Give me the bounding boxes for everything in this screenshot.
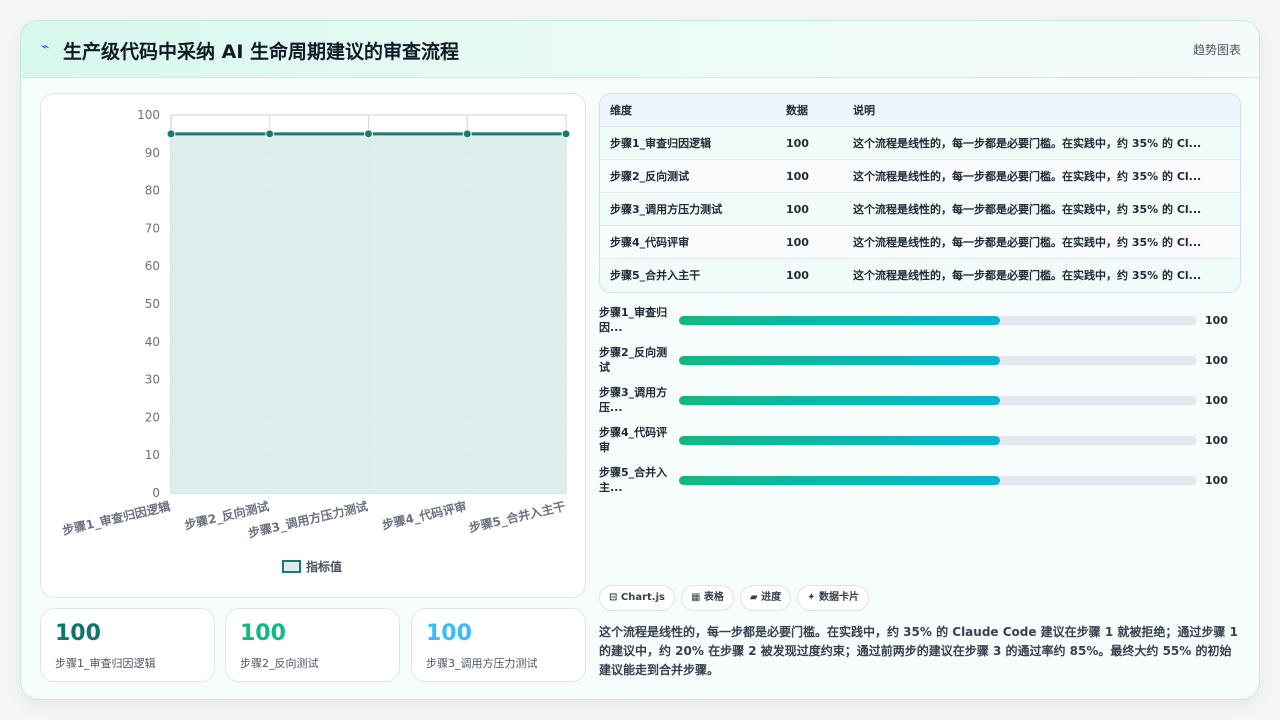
stat-label: 步骤2_反向测试 — [240, 657, 319, 670]
y-tick-label: 30 — [145, 373, 160, 387]
table-header-row: 维度 数据 说明 — [600, 94, 1240, 127]
legend-swatch — [282, 560, 301, 573]
table-cell: 步骤1_审查归因逻辑 — [600, 126, 776, 160]
data-point — [462, 129, 472, 139]
progress-value: 100 — [1205, 394, 1228, 407]
x-tick-label: 步骤1_审查归因逻辑 — [61, 498, 172, 538]
table-cell: 100 — [776, 225, 843, 259]
stat-card: 100 步骤2_反向测试 — [225, 608, 400, 682]
page-title: 生产级代码中采纳 AI 生命周期建议的审查流程 — [63, 41, 460, 63]
view-chip[interactable]: ⊟ Chart.js — [599, 585, 675, 611]
description-text: 这个流程是线性的，每一步都是必要门槛。在实践中，约 35% 的 Claude C… — [599, 625, 1238, 677]
data-point — [166, 129, 176, 139]
table-cell: 100 — [776, 126, 843, 160]
view-chip[interactable]: ✦ 数据卡片 — [797, 585, 869, 611]
progress-track — [679, 396, 1197, 405]
progress-row: 步骤5_合并入主... 100 — [599, 465, 1239, 505]
x-tick-label: 步骤4_代码评审 — [380, 498, 468, 533]
table-header-cell: 说明 — [843, 94, 1240, 127]
line-chart: 0102030405060708090100步骤1_审查归因逻辑 步骤2_反向测试… — [61, 108, 571, 574]
progress-value: 100 — [1205, 474, 1228, 487]
view-chip[interactable]: ▰ 进度 — [739, 585, 792, 611]
table-cell: 步骤3_调用方压力测试 — [600, 192, 776, 226]
stat-card: 100 步骤1_审查归因逻辑 — [40, 608, 215, 682]
progress-list: 步骤1_审查归因... 100 步骤2_反向测试 100 步骤3_调用方压... 100 步… — [599, 305, 1239, 505]
y-tick-label: 80 — [145, 184, 160, 198]
progress-label: 步骤2_反向测试 — [599, 346, 668, 374]
y-tick-label: 90 — [145, 146, 160, 160]
y-tick-label: 100 — [137, 108, 160, 122]
y-tick-label: 40 — [145, 335, 160, 349]
table-cell: 这个流程是线性的，每一步都是必要门槛。在实践中，约 35% 的 Cl... — [843, 258, 1240, 291]
table-header-cell: 维度 — [600, 94, 776, 127]
progress-label: 步骤1_审查归因... — [599, 306, 668, 334]
legend-label: 指标值 — [306, 559, 342, 574]
table-header-cell: 数据 — [776, 94, 843, 127]
dashboard-card: ⌁ 生产级代码中采纳 AI 生命周期建议的审查流程 趋势图表 0 10 20 30 40… — [20, 20, 1260, 700]
stat-label: 步骤1_审查归因逻辑 — [55, 657, 156, 670]
progress-fill — [679, 436, 1001, 445]
progress-fill — [679, 316, 1001, 325]
y-tick-label: 20 — [145, 410, 160, 424]
y-tick-label: 0 — [152, 486, 160, 500]
stat-value: 100 — [426, 621, 472, 646]
progress-track — [679, 316, 1197, 325]
progress-fill — [679, 396, 1001, 405]
progress-label: 步骤5_合并入主... — [599, 466, 668, 494]
progress-label: 步骤4_代码评审 — [599, 426, 668, 454]
table-row: 步骤2_反向测试 100 这个流程是线性的，每一步都是必要门槛。在实践中，约 35%… — [600, 159, 1240, 193]
table-cell: 这个流程是线性的，每一步都是必要门槛。在实践中，约 35% 的 Cl... — [843, 159, 1240, 193]
progress-track — [679, 436, 1197, 445]
table-cell: 这个流程是线性的，每一步都是必要门槛。在实践中，约 35% 的 Cl... — [843, 225, 1240, 259]
data-table: 维度 数据 说明 步骤1_审查归因逻辑 100 这个流程是线性的，每一步都是必要门槛。在… — [599, 93, 1241, 293]
y-tick-label: 70 — [145, 221, 160, 235]
progress-track — [679, 356, 1197, 365]
table-cell: 步骤5_合并入主干 — [600, 258, 776, 291]
table-row: 步骤3_调用方压力测试 100 这个流程是线性的，每一步都是必要门槛。在实践中，约 … — [600, 192, 1240, 226]
progress-value: 100 — [1205, 434, 1228, 447]
line-chart-panel: 0 10 20 30 40 50 60 70 80 90 100 步骤1_审查归因逻辑 步骤2_反向测试… — [40, 93, 586, 598]
table-cell: 100 — [776, 159, 843, 193]
view-chip[interactable]: ▦ 表格 — [680, 585, 734, 611]
stat-label: 步骤3_调用方压力测试 — [426, 657, 538, 670]
table-row: 步骤1_审查归因逻辑 100 这个流程是线性的，每一步都是必要门槛。在实践中，约 3… — [600, 126, 1240, 160]
card-header: ⌁ 生产级代码中采纳 AI 生命周期建议的审查流程 趋势图表 — [21, 21, 1259, 78]
progress-row: 步骤2_反向测试 100 — [599, 345, 1239, 385]
table-cell: 步骤4_代码评审 — [600, 225, 776, 259]
y-tick-label: 50 — [145, 297, 160, 311]
table-cell: 100 — [776, 192, 843, 226]
stat-value: 100 — [240, 621, 286, 646]
x-tick-label: 步骤5_合并入主干 — [467, 498, 566, 536]
data-point — [364, 129, 373, 139]
progress-fill — [679, 356, 1001, 365]
table-row: 步骤4_代码评审 100 这个流程是线性的，每一步都是必要门槛。在实践中，约 35%… — [600, 225, 1240, 259]
table-cell: 这个流程是线性的，每一步都是必要门槛。在实践中，约 35% 的 Cl... — [843, 126, 1240, 160]
y-tick-label: 60 — [145, 259, 160, 273]
progress-fill — [679, 476, 1001, 485]
table-cell: 100 — [776, 258, 843, 291]
lightning-icon: ⌁ — [41, 39, 50, 55]
stat-card: 100 步骤3_调用方压力测试 — [411, 608, 586, 682]
data-point — [265, 129, 275, 139]
progress-row: 步骤1_审查归因... 100 — [599, 305, 1239, 345]
progress-track — [679, 476, 1197, 485]
table-body: 步骤1_审查归因逻辑 100 这个流程是线性的，每一步都是必要门槛。在实践中，约 3… — [600, 126, 1240, 291]
progress-label: 步骤3_调用方压... — [599, 386, 668, 414]
y-tick-label: 10 — [145, 448, 160, 462]
table-row: 步骤5_合并入主干 100 这个流程是线性的，每一步都是必要门槛。在实践中，约 35… — [600, 258, 1240, 291]
chart-type-tag: 趋势图表 — [1192, 43, 1241, 57]
view-chips: ⊟ Chart.js ▦ 表格 ▰ 进度 ✦ 数据卡片 — [599, 585, 875, 611]
data-point — [561, 129, 571, 139]
stat-value: 100 — [55, 621, 101, 646]
progress-row: 步骤3_调用方压... 100 — [599, 385, 1239, 425]
progress-value: 100 — [1205, 354, 1228, 367]
progress-row: 步骤4_代码评审 100 — [599, 425, 1239, 465]
table-cell: 步骤2_反向测试 — [600, 159, 776, 193]
progress-value: 100 — [1205, 314, 1228, 327]
series-area — [171, 133, 566, 493]
table-cell: 这个流程是线性的，每一步都是必要门槛。在实践中，约 35% 的 Cl... — [843, 192, 1240, 226]
